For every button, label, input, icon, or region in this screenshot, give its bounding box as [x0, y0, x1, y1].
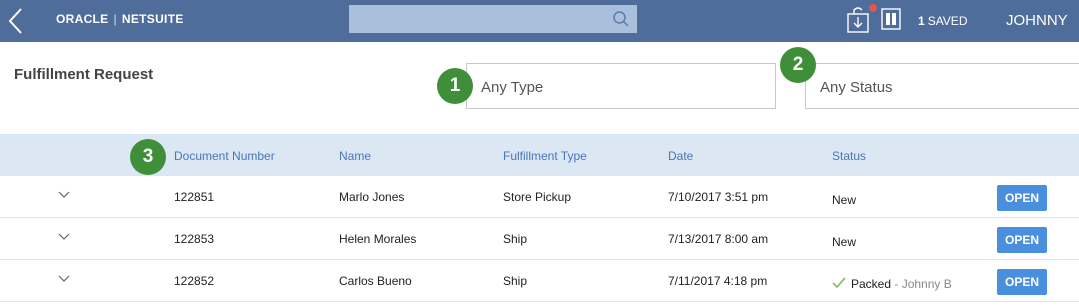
date-cell: 7/10/2017 3:51 pm	[668, 190, 769, 204]
table-row: 122852 Carlos Bueno Ship 7/11/2017 4:18 …	[0, 260, 1079, 302]
open-button[interactable]: OPEN	[997, 269, 1047, 295]
column-header-document-number[interactable]: Document Number	[174, 149, 275, 163]
table-row: 122851 Marlo Jones Store Pickup 7/10/201…	[0, 176, 1079, 218]
global-search-input[interactable]	[349, 5, 637, 33]
open-button[interactable]: OPEN	[997, 185, 1047, 211]
column-header-name[interactable]: Name	[339, 149, 371, 163]
chevron-down-icon[interactable]	[58, 191, 70, 199]
logo-product: NETSUITE	[121, 12, 184, 26]
back-arrow-icon[interactable]	[6, 7, 26, 35]
packed-by-text: - Johnny B	[891, 277, 952, 291]
chevron-down-icon[interactable]	[58, 275, 70, 283]
status-filter-value: Any Status	[820, 79, 893, 96]
logo-brand: ORACLE	[56, 12, 109, 26]
column-header-status[interactable]: Status	[832, 149, 866, 163]
status-cell: New	[832, 235, 856, 249]
saved-count: 1	[918, 14, 925, 28]
saved-indicator[interactable]: 1 SAVED	[918, 14, 967, 28]
name-cell: Carlos Bueno	[339, 274, 412, 288]
saved-label: SAVED	[927, 14, 968, 28]
callout-badge-1: 1	[437, 68, 473, 104]
column-header-fulfillment-type[interactable]: Fulfillment Type	[503, 149, 587, 163]
fulfillment-type-cell: Ship	[503, 274, 528, 288]
column-header-date[interactable]: Date	[668, 149, 693, 163]
status-cell: Packed - Johnny B	[832, 277, 952, 291]
document-number-cell: 122851	[174, 190, 215, 204]
user-menu[interactable]: JOHNNY	[1006, 12, 1068, 29]
fulfillment-type-cell: Ship	[503, 232, 528, 246]
netsuite-logo[interactable]: ORACLE | NETSUITE	[56, 12, 184, 26]
date-cell: 7/11/2017 4:18 pm	[668, 274, 768, 288]
table-row: 122853 Helen Morales Ship 7/13/2017 8:00…	[0, 218, 1079, 260]
top-navigation-bar: ORACLE | NETSUITE 1 SAVED JOHNNY	[0, 0, 1079, 42]
callout-badge-3: 3	[130, 139, 166, 175]
name-cell: Marlo Jones	[339, 190, 405, 204]
notification-dot	[869, 4, 877, 12]
date-cell: 7/13/2017 8:00 am	[668, 232, 769, 246]
status-filter-dropdown[interactable]: Any Status	[805, 63, 1079, 109]
status-cell: New	[832, 193, 856, 207]
type-filter-value: Any Type	[481, 79, 544, 96]
open-button[interactable]: OPEN	[997, 227, 1047, 253]
chevron-down-icon[interactable]	[58, 233, 70, 241]
name-cell: Helen Morales	[339, 232, 417, 246]
saved-searches-icon[interactable]	[880, 7, 902, 31]
status-text: New	[832, 193, 857, 207]
page-title: Fulfillment Request	[14, 66, 154, 83]
checkmark-icon	[832, 277, 846, 289]
document-number-cell: 122852	[174, 274, 215, 288]
logo-separator: |	[113, 12, 117, 26]
type-filter-dropdown[interactable]: Any Type	[466, 63, 776, 109]
fulfillment-type-cell: Store Pickup	[503, 190, 572, 204]
status-text: Packed	[851, 277, 892, 291]
status-text: New	[832, 235, 857, 249]
callout-badge-2: 2	[780, 47, 816, 83]
search-icon[interactable]	[612, 10, 630, 28]
download-icon[interactable]	[846, 6, 872, 34]
document-number-cell: 122853	[174, 232, 215, 246]
